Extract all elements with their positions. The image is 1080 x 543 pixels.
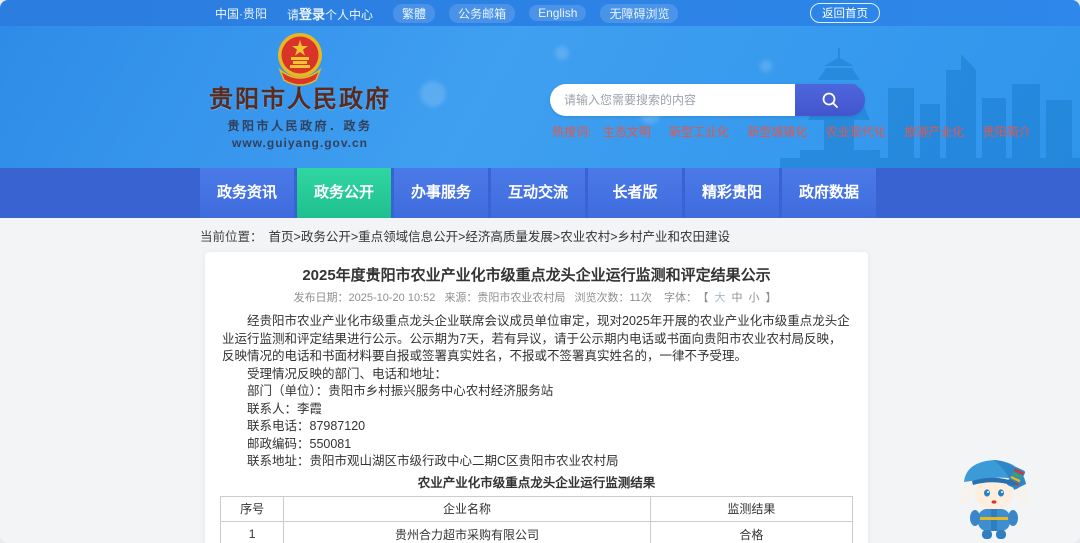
font-size-label: 字体： bbox=[663, 292, 697, 304]
breadcrumb-path[interactable]: 首页>政务公开>重点领域信息公开>经济高质量发展>农业农村>乡村产业和农田建设 bbox=[269, 230, 731, 244]
hot-word-link[interactable]: 新型城镇化 bbox=[747, 125, 807, 139]
site-logo[interactable]: 贵阳市人民政府 贵阳市人民政府．政务 www.guiyang.gov.cn bbox=[209, 30, 391, 150]
link-accessibility[interactable]: 无障碍浏览 bbox=[600, 3, 679, 23]
paragraph: 联系地址：贵阳市观山湖区市级行政中心二期C区贵阳市农业农村局 bbox=[247, 454, 619, 468]
header-company: 企业名称 bbox=[283, 495, 651, 522]
table-header-row: 序号 企业名称 监测结果 bbox=[219, 495, 854, 522]
hot-word-link[interactable]: 新型工业化 bbox=[669, 125, 729, 139]
site-subtitle: 贵阳市人民政府．政务 bbox=[227, 119, 373, 133]
font-size-medium-button[interactable]: 中 bbox=[731, 292, 742, 304]
bokeh-decoration bbox=[760, 60, 772, 72]
page: 中国·贵阳 请登录个人中心 繁體 公务邮箱 English 无障碍浏览 返回首页 bbox=[0, 0, 1080, 543]
bracket: 【 bbox=[702, 292, 709, 304]
nav-item-jcgy[interactable]: 精彩贵阳 bbox=[685, 168, 779, 218]
nav-item-hdjl[interactable]: 互动交流 bbox=[491, 168, 585, 218]
header-index: 序号 bbox=[219, 495, 285, 522]
link-login-personal-center[interactable]: 请登录个人中心 bbox=[287, 4, 373, 23]
search-icon bbox=[822, 92, 838, 108]
nav-item-zfsj[interactable]: 政府数据 bbox=[782, 168, 876, 218]
nav-item-elder[interactable]: 长者版 bbox=[588, 168, 682, 218]
top-utility-bar: 中国·贵阳 请登录个人中心 繁體 公务邮箱 English 无障碍浏览 返回首页 bbox=[0, 0, 1080, 26]
article-meta: 发布日期：2025-10-20 10:52 来源：贵阳市农业农村局 浏览次数：1… bbox=[205, 292, 868, 305]
article-body: 经贵阳市农业产业化市级重点龙头企业联席会议成员单位审定，现对2025年开展的农业… bbox=[205, 313, 868, 471]
font-size-large-button[interactable]: 大 bbox=[714, 292, 725, 304]
breadcrumb: 当前位置： 首页>政务公开>重点领域信息公开>经济高质量发展>农业农村>乡村产业和… bbox=[200, 230, 730, 244]
hot-words-label: 热搜词: bbox=[552, 125, 592, 139]
link-china-guiyang[interactable]: 中国·贵阳 bbox=[215, 5, 267, 22]
bokeh-decoration bbox=[555, 46, 569, 60]
breadcrumb-label: 当前位置： bbox=[200, 230, 263, 244]
monitoring-results-table: 序号 企业名称 监测结果 1 贵州合力超市采购有限公司 合格 2 贵州友禾种业有… bbox=[219, 495, 854, 543]
login-suffix: 个人中心 bbox=[325, 7, 374, 22]
login-link[interactable]: 登录 bbox=[299, 7, 325, 22]
hot-search-words: 热搜词: 生态文明 新型工业化 新型城镇化 农业现代化 旅游产业化 贵阳简介 bbox=[552, 123, 1046, 140]
hot-word-link[interactable]: 旅游产业化 bbox=[904, 125, 964, 139]
paragraph: 部门（单位）：贵阳市乡村振兴服务中心农村经济服务站 bbox=[247, 384, 554, 398]
hot-word-link[interactable]: 生态文明 bbox=[603, 125, 651, 139]
nav-item-zwgk-active[interactable]: 政务公开 bbox=[297, 168, 391, 218]
bracket: 】 bbox=[765, 292, 777, 304]
mascot-assistant-icon[interactable] bbox=[952, 450, 1036, 542]
paragraph: 受理情况反映的部门、电话和地址： bbox=[247, 366, 448, 381]
table-row: 1 贵州合力超市采购有限公司 合格 bbox=[219, 520, 854, 543]
article-title: 2025年度贵阳市农业产业化市级重点龙头企业运行监测和评定结果公示 bbox=[302, 267, 771, 284]
paragraph: 经贵阳市农业产业化市级重点龙头企业联席会议成员单位审定，现对2025年开展的农业… bbox=[222, 314, 850, 363]
bokeh-decoration bbox=[420, 81, 446, 107]
link-english[interactable]: English bbox=[529, 5, 587, 21]
main-navigation: 政务资讯 政务公开 办事服务 互动交流 长者版 精彩贵阳 政府数据 bbox=[0, 168, 1080, 218]
cell-result: 合格 bbox=[649, 520, 854, 543]
article-source: 来源：贵阳市农业农村局 bbox=[444, 292, 566, 304]
link-traditional-chinese[interactable]: 繁體 bbox=[393, 3, 436, 23]
paragraph: 邮政编码：550081 bbox=[247, 436, 352, 451]
header-result: 监测结果 bbox=[649, 495, 854, 522]
login-prefix: 请 bbox=[287, 7, 300, 22]
search-bar bbox=[550, 84, 865, 116]
font-size-control: 字体： 【大中小】 bbox=[661, 292, 780, 304]
article-card: 2025年度贵阳市农业产业化市级重点龙头企业运行监测和评定结果公示 发布日期：2… bbox=[205, 252, 868, 543]
link-official-mail[interactable]: 公务邮箱 bbox=[449, 3, 516, 23]
publish-date: 发布日期：2025-10-20 10:52 bbox=[293, 292, 436, 304]
site-header: 贵阳市人民政府 贵阳市人民政府．政务 www.guiyang.gov.cn 热搜… bbox=[0, 26, 1080, 168]
back-to-home-button[interactable]: 返回首页 bbox=[810, 3, 880, 23]
site-title: 贵阳市人民政府 bbox=[209, 86, 391, 113]
nav-item-bsfw[interactable]: 办事服务 bbox=[394, 168, 488, 218]
hot-word-link[interactable]: 贵阳简介 bbox=[982, 125, 1030, 139]
table-caption: 农业产业化市级重点龙头企业运行监测结果 bbox=[417, 475, 656, 490]
view-count: 浏览次数：11次 bbox=[574, 292, 652, 304]
nav-item-zwzx[interactable]: 政务资讯 bbox=[200, 168, 294, 218]
font-size-small-button[interactable]: 小 bbox=[748, 292, 759, 304]
cell-index: 1 bbox=[219, 520, 285, 543]
site-url: www.guiyang.gov.cn bbox=[231, 136, 368, 150]
search-input[interactable] bbox=[550, 84, 795, 116]
paragraph: 联系人：李霞 bbox=[247, 401, 323, 416]
hot-word-link[interactable]: 农业现代化 bbox=[826, 125, 886, 139]
paragraph: 联系电话：87987120 bbox=[247, 419, 366, 433]
cell-company: 贵州合力超市采购有限公司 bbox=[283, 520, 651, 543]
search-button[interactable] bbox=[795, 84, 865, 116]
national-emblem-icon bbox=[278, 33, 322, 86]
